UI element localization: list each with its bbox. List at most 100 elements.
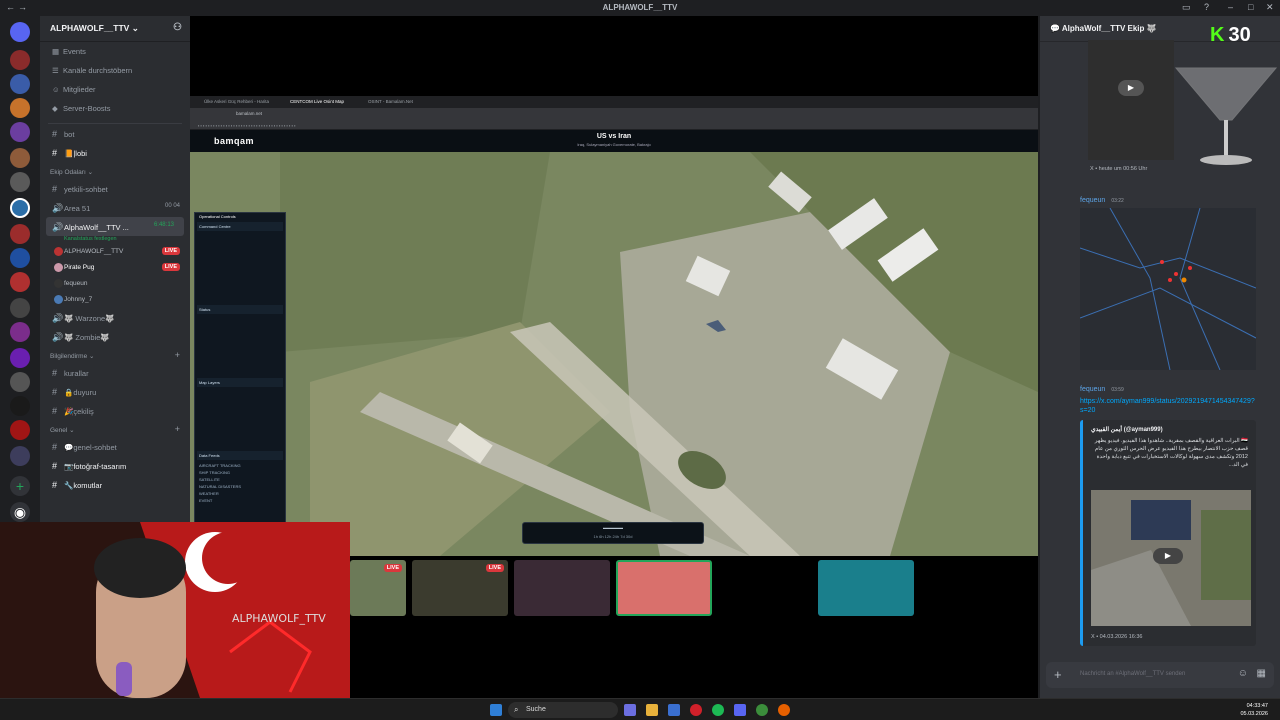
windows-start-icon[interactable] [490, 704, 502, 716]
voice-user[interactable]: Johnny_7 [40, 292, 190, 308]
add-channel-icon[interactable]: + [175, 424, 180, 434]
inbox-icon[interactable]: ▭ [1182, 2, 1191, 13]
nav-browse-channels[interactable]: ☰ Kanäle durchstöbern [40, 61, 190, 80]
minimize-icon[interactable]: – [1228, 2, 1233, 12]
discord-icon[interactable] [734, 704, 746, 716]
server-icon[interactable] [10, 348, 30, 368]
firefox-icon[interactable] [778, 704, 790, 716]
invite-icon[interactable]: ⚇ [173, 22, 182, 33]
apps-icon[interactable]: ▦ [1257, 668, 1266, 679]
stream-tile-avatar-speaking[interactable] [616, 560, 712, 616]
channel-warzone[interactable]: 🔊🐺 Warzone🐺 [40, 308, 190, 327]
server-icon[interactable] [10, 224, 30, 244]
embed-author[interactable]: أيمن القبيدي (@ayman999) [1083, 420, 1256, 435]
discover-icon[interactable]: ◉ [10, 502, 30, 522]
category-bilgi[interactable]: Bilgilendirme ⌄ + [40, 346, 190, 363]
close-icon[interactable]: ✕ [1266, 2, 1274, 13]
server-icon[interactable] [10, 420, 30, 440]
panel-section[interactable]: Map Layers [197, 378, 283, 387]
server-icon[interactable] [10, 248, 30, 268]
voice-user[interactable]: fequeun [40, 276, 190, 292]
channel-area51[interactable]: 🔊Area 51 00 04 [40, 198, 190, 217]
message-link[interactable]: https://x.com/ayman999/status/2029219471… [1080, 397, 1258, 415]
add-channel-icon[interactable]: + [175, 350, 180, 360]
embed-image[interactable]: ▶ [1091, 490, 1251, 626]
voice-user[interactable]: ALPHAWOLF__TTV LIVE [40, 244, 190, 260]
browser-tab[interactable]: OSINT - Bamalam.Net [368, 99, 413, 104]
stream-tile[interactable]: LIVE [412, 560, 508, 616]
channel-cekilis[interactable]: # 🎉çekiliş [40, 401, 190, 420]
channel-lobi[interactable]: # 📙|lobi [40, 143, 190, 162]
chrome-icon[interactable] [756, 704, 768, 716]
feed-item[interactable]: SHIP TRACKING [195, 469, 285, 476]
channel-status[interactable]: Kanalstatus festlegen [40, 236, 190, 244]
nav-boosts[interactable]: ◆ Server-Boosts [40, 99, 190, 118]
voice-user[interactable]: Pirate Pug LIVE [40, 260, 190, 276]
emoji-icon[interactable]: ☺ [1238, 668, 1248, 679]
file-explorer-icon[interactable] [646, 704, 658, 716]
feed-item[interactable]: EVENT [195, 497, 285, 504]
server-icon[interactable] [10, 74, 30, 94]
video-attachment[interactable]: ▶ [1088, 40, 1174, 160]
play-icon[interactable]: ▶ [1153, 548, 1183, 564]
category-genel[interactable]: Genel ⌄ + [40, 420, 190, 437]
message-author[interactable]: fequeun 03:59 [1080, 386, 1124, 393]
message-composer[interactable]: + Nachricht an #AlphaWolf__TTV senden ☺ … [1046, 662, 1274, 688]
server-icon[interactable] [10, 396, 30, 416]
server-icon[interactable] [10, 172, 30, 192]
server-icon[interactable] [10, 50, 30, 70]
panel-section[interactable]: Command Centre [197, 222, 283, 231]
add-server-icon[interactable]: + [10, 476, 30, 496]
spotify-icon[interactable] [712, 704, 724, 716]
stream-tile-avatar[interactable] [818, 560, 914, 616]
stream-tile[interactable]: LIVE [350, 560, 406, 616]
feed-item[interactable]: NATURAL DISASTERS [195, 483, 285, 490]
taskbar-search[interactable]: ⌕ Suche [508, 702, 618, 718]
message-author[interactable]: fequeun 03:22 [1080, 197, 1124, 204]
voice-channel-active[interactable]: 🔊AlphaWolf__TTV ... 6:48:13 [46, 217, 184, 236]
server-icon[interactable] [10, 272, 30, 292]
feed-item[interactable]: SATELLITE [195, 476, 285, 483]
channel-zombie[interactable]: 🔊🐺 Zombie🐺 [40, 327, 190, 346]
feed-item[interactable]: WEATHER [195, 490, 285, 497]
server-icon[interactable] [10, 372, 30, 392]
help-icon[interactable]: ? [1204, 2, 1209, 12]
system-clock[interactable]: 04:33:47 05.03.2026 [1240, 702, 1268, 718]
browser-tab-active[interactable]: CENTCOM Live Osint Map [290, 99, 344, 104]
map-image-attachment[interactable] [1079, 207, 1257, 371]
address-bar[interactable]: bamalam.net [190, 108, 1038, 120]
channel-fotograf[interactable]: # 📷fotoğraf-tasarım [40, 456, 190, 475]
category-ekip[interactable]: Ekip Odaları ⌄ [40, 162, 190, 179]
server-icon[interactable] [10, 98, 30, 118]
discord-home-icon[interactable] [10, 22, 30, 42]
time-range-bar[interactable]: ▬▬▬▬▬ 1h 6h 12h 24h 7d 30d [522, 522, 704, 544]
maximize-icon[interactable]: □ [1248, 2, 1253, 12]
channel-komutlar[interactable]: # 🔧komutlar [40, 475, 190, 494]
time-range-options[interactable]: 1h 6h 12h 24h 7d 30d [523, 530, 703, 539]
channel-duyuru[interactable]: # 🔒duyuru [40, 382, 190, 401]
server-icon[interactable] [10, 322, 30, 342]
feed-item[interactable]: AIRCRAFT TRACKING [195, 462, 285, 469]
satellite-map[interactable]: Operational Controls Command Centre Stat… [190, 152, 1038, 556]
server-icon[interactable] [10, 122, 30, 142]
channel-genel-sohbet[interactable]: # 💬genel-sohbet [40, 437, 190, 456]
server-icon[interactable] [10, 298, 30, 318]
browser-tab[interactable]: Ülke Askeri Güç Rehberi - Harita [204, 99, 269, 104]
play-icon[interactable]: ▶ [1118, 80, 1144, 96]
opera-icon[interactable] [690, 704, 702, 716]
teams-icon[interactable] [624, 704, 636, 716]
nav-members[interactable]: ☺ Mitglieder [40, 80, 190, 99]
stream-tile-avatar[interactable] [514, 560, 610, 616]
stream-video[interactable]: Ülke Askeri Güç Rehberi - Harita CENTCOM… [190, 96, 1038, 556]
channel-kurallar[interactable]: # kurallar [40, 363, 190, 382]
store-icon[interactable] [668, 704, 680, 716]
server-icon-active[interactable] [10, 198, 30, 218]
guild-header[interactable]: ALPHAWOLF__TTV ⌄ ⚇ [40, 16, 190, 42]
stream-tile-avatar[interactable] [718, 560, 814, 616]
server-icon[interactable] [10, 446, 30, 466]
server-icon[interactable] [10, 148, 30, 168]
channel-yetkili-sohbet[interactable]: # yetkili-sohbet [40, 179, 190, 198]
nav-events[interactable]: ▦ Events [40, 42, 190, 61]
panel-section[interactable]: Status [197, 305, 283, 314]
panel-section[interactable]: Data Feeds [197, 451, 283, 460]
